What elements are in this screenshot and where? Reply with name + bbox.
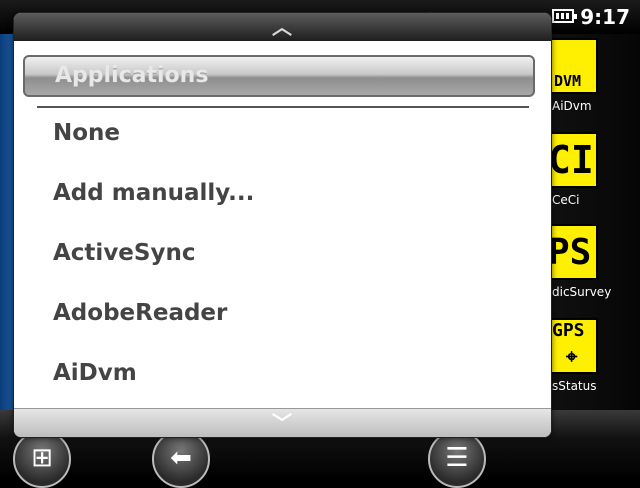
windows-start-icon: ⊞ — [31, 443, 53, 473]
back-arrow-icon: ⬅ — [170, 443, 192, 473]
list-item-label: AiDvm — [53, 360, 137, 386]
list-item-label: None — [53, 120, 120, 146]
desktop-app-label: CeCi — [552, 193, 579, 207]
list-item-activesync[interactable]: ActiveSync — [14, 227, 551, 287]
list-item-none[interactable]: None — [14, 107, 551, 167]
chevron-up-icon[interactable]: ︿ — [264, 13, 300, 41]
list-item-add-manually[interactable]: Add manually... — [14, 167, 551, 227]
desktop-app-aidvm[interactable]: DVM AiDvm — [550, 38, 640, 128]
list-item-label: ActiveSync — [53, 240, 195, 266]
gps-app-icon: GPS ⌖ — [550, 318, 598, 374]
desktop-app-ceci[interactable]: CI CeCi — [550, 132, 640, 222]
desktop-app-label: dicSurvey — [552, 285, 611, 299]
list-item-label: AdobeReader — [53, 300, 227, 326]
application-picker: ︿ Applications None Add manually... Acti… — [13, 12, 552, 438]
clock: 9:17 — [580, 5, 630, 29]
back-button[interactable]: ⬅ — [152, 430, 210, 488]
list-item-aidvm[interactable]: AiDvm — [14, 347, 551, 407]
crosshair-icon: ⌖ — [566, 344, 577, 368]
ceci-app-icon: CI — [550, 132, 598, 188]
desktop-app-label: sStatus — [552, 379, 597, 393]
picker-title: Applications — [55, 63, 208, 88]
aidvm-app-icon: DVM — [550, 38, 598, 94]
scroll-down-bar[interactable]: ﹀ — [14, 408, 551, 437]
chevron-down-icon[interactable]: ﹀ — [264, 409, 300, 437]
menu-button[interactable]: ☰ — [428, 430, 486, 488]
scroll-up-bar[interactable]: ︿ — [14, 13, 551, 41]
menu-icon: ☰ — [445, 443, 468, 473]
picker-header[interactable]: Applications — [23, 55, 535, 97]
desktop-app-survey[interactable]: PS dicSurvey — [550, 224, 640, 314]
list-item-label: Add manually... — [53, 180, 254, 206]
desktop-app-label: AiDvm — [552, 99, 592, 113]
desktop-app-gpsstatus[interactable]: GPS ⌖ sStatus — [550, 318, 640, 408]
list-item-adobereader[interactable]: AdobeReader — [14, 287, 551, 347]
start-button[interactable]: ⊞ — [13, 430, 71, 488]
survey-app-icon: PS — [550, 224, 598, 280]
battery-icon — [552, 9, 574, 23]
